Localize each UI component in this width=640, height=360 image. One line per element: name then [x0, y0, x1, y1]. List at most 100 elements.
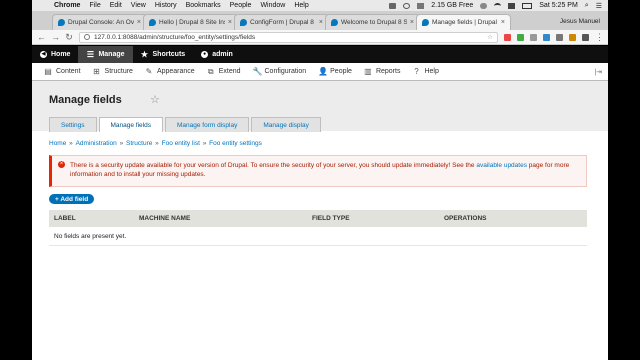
breadcrumb-structure[interactable]: Structure [126, 140, 152, 147]
menu-history[interactable]: History [155, 2, 177, 9]
wrench-icon: 🔧 [252, 66, 263, 76]
browser-profile[interactable]: Jesus Manuel [560, 18, 600, 25]
extension-icon[interactable] [569, 33, 576, 41]
close-tab-icon[interactable]: × [410, 19, 414, 26]
page-title: Manage fields [49, 94, 122, 106]
tab-settings[interactable]: Settings [49, 117, 97, 132]
extension-icon[interactable] [582, 33, 589, 41]
breadcrumb-home[interactable]: Home [49, 140, 66, 147]
forward-icon[interactable]: → [51, 32, 60, 42]
tray-structure[interactable]: ⊞ Structure [87, 63, 139, 80]
tray-appearance-label: Appearance [156, 68, 195, 75]
people-icon: 👤 [318, 66, 329, 76]
hamburger-icon: ☰ [86, 49, 95, 59]
volume-icon[interactable] [508, 2, 516, 9]
menu-kebab-icon[interactable]: ⋮ [595, 32, 604, 43]
menu-help[interactable]: Help [294, 2, 308, 9]
browser-tab-title: Hello | Drupal 8 Site Install [159, 19, 225, 26]
menubar-status: 2.15 GB Free Sat 5:25 PM ⌕ ☰ [389, 2, 602, 10]
extension-icon[interactable] [530, 33, 537, 41]
toolbar-user[interactable]: ● admin [193, 46, 241, 63]
menu-app[interactable]: Chrome [54, 2, 80, 9]
toolbar-manage[interactable]: ☰ Manage [78, 46, 133, 63]
browser-tab-1[interactable]: Drupal Console: An Overvi × [52, 14, 147, 30]
reload-icon[interactable]: ↻ [65, 32, 73, 43]
fields-table: LABEL MACHINE NAME FIELD TYPE OPERATIONS… [49, 210, 587, 246]
clock: Sat 5:25 PM [539, 2, 578, 9]
toolbar-shortcuts[interactable]: ★ Shortcuts [133, 46, 194, 63]
browser-toolbar: ← → ↻ 127.0.0.1:8088/admin/structure/foo… [32, 30, 608, 45]
battery-icon[interactable] [522, 2, 533, 9]
close-tab-icon[interactable]: × [319, 19, 323, 26]
menu-file[interactable]: File [89, 2, 100, 9]
browser-tab-4[interactable]: Welcome to Drupal 8 Site × [325, 14, 420, 30]
toolbar-user-label: admin [212, 51, 233, 58]
table-header: LABEL MACHINE NAME FIELD TYPE OPERATIONS [49, 210, 587, 227]
back-to-site-icon: ◀ [40, 51, 47, 58]
available-updates-link[interactable]: available updates [476, 162, 527, 169]
tray-orientation-toggle-icon[interactable]: |⇥ [594, 68, 602, 76]
cloud-icon[interactable] [480, 2, 488, 9]
error-icon: × [58, 161, 65, 168]
user-icon: ● [201, 51, 209, 58]
tray-people[interactable]: 👤 People [312, 63, 358, 80]
page-content: Manage fields ☆ Settings Manage fields M… [32, 81, 608, 360]
tray-content-label: Content [56, 68, 81, 75]
close-tab-icon[interactable]: × [228, 19, 232, 26]
tab-manage-form-display[interactable]: Manage form display [164, 117, 250, 132]
toolbar-home-label: Home [51, 51, 71, 58]
tray-content[interactable]: ▤ Content [38, 63, 87, 80]
os-menubar: Chrome File Edit View History Bookmarks … [32, 0, 608, 11]
breadcrumb-foo-entity-settings[interactable]: Foo entity settings [209, 140, 262, 147]
column-label: LABEL [54, 215, 76, 222]
menu-window[interactable]: Window [260, 2, 285, 9]
primary-tabs: Settings Manage fields Manage form displ… [49, 117, 323, 132]
notification-center-icon[interactable]: ☰ [596, 2, 602, 10]
tray-extend[interactable]: ⧉ Extend [201, 63, 247, 80]
extension-icon[interactable] [517, 33, 524, 41]
storage-free: 2.15 GB Free [431, 2, 474, 9]
site-info-icon[interactable] [84, 34, 90, 40]
wifi-icon[interactable] [494, 2, 502, 9]
back-icon[interactable]: ← [37, 32, 46, 42]
storage-icon[interactable] [417, 2, 425, 9]
extension-icon[interactable] [504, 33, 511, 41]
error-message: × There is a security update available f… [49, 155, 587, 187]
menu-bookmarks[interactable]: Bookmarks [186, 2, 221, 9]
star-icon: ★ [140, 49, 149, 59]
reports-icon: ▥ [364, 66, 372, 76]
tab-manage-fields[interactable]: Manage fields [98, 117, 163, 132]
drupal-favicon-icon [149, 19, 156, 26]
tab-manage-display[interactable]: Manage display [251, 117, 321, 132]
browser-tab-2[interactable]: Hello | Drupal 8 Site Install × [143, 14, 238, 30]
timer-icon[interactable] [403, 2, 411, 9]
bookmark-star-icon[interactable]: ☆ [487, 33, 493, 41]
menu-view[interactable]: View [131, 2, 146, 9]
tray-help[interactable]: ? Help [406, 63, 444, 80]
drupal-toolbar: ◀ Home ☰ Manage ★ Shortcuts ● admin [32, 46, 608, 63]
tray-appearance[interactable]: ✎ Appearance [139, 63, 201, 80]
content-icon: ▤ [44, 66, 52, 76]
browser-tab-5-active[interactable]: Manage fields | Drupal 8 Site × [416, 14, 511, 30]
menu-edit[interactable]: Edit [110, 2, 122, 9]
address-bar[interactable]: 127.0.0.1:8088/admin/structure/foo_entit… [79, 31, 498, 43]
close-tab-icon[interactable]: × [137, 19, 141, 26]
toolbar-home[interactable]: ◀ Home [32, 46, 78, 63]
add-field-button[interactable]: + Add field [49, 194, 95, 204]
table-empty-row: No fields are present yet. [49, 227, 587, 246]
spotlight-icon[interactable]: ⌕ [585, 2, 589, 10]
tray-configuration-label: Configuration [264, 68, 307, 75]
extension-icon[interactable] [556, 33, 563, 41]
drupal-favicon-icon [422, 19, 429, 26]
extension-icon[interactable] [543, 33, 550, 41]
menu-people[interactable]: People [230, 2, 252, 9]
shortcut-star-icon[interactable]: ☆ [150, 93, 160, 106]
breadcrumb-foo-entity-list[interactable]: Foo entity list [162, 140, 200, 147]
browser-tab-3[interactable]: ConfigForm | Drupal 8 Site × [234, 14, 329, 30]
column-machine-name: MACHINE NAME [139, 215, 191, 222]
tray-reports[interactable]: ▥ Reports [358, 63, 407, 80]
dropbox-icon[interactable] [389, 2, 397, 9]
close-tab-icon[interactable]: × [501, 19, 505, 26]
tray-configuration[interactable]: 🔧 Configuration [247, 63, 313, 80]
breadcrumb-administration[interactable]: Administration [76, 140, 117, 147]
